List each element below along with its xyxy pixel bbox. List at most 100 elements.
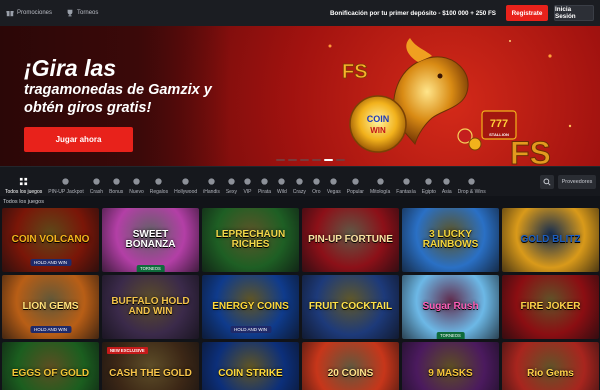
game-tile[interactable]: PIN-UP FORTUNE xyxy=(302,208,399,272)
login-button[interactable]: Inicia Sesión xyxy=(554,5,594,21)
game-title: 20 COINS xyxy=(327,368,374,379)
carousel-dot[interactable] xyxy=(336,159,345,161)
carousel-dot[interactable] xyxy=(324,159,333,161)
svg-text:777: 777 xyxy=(490,118,508,130)
game-tile[interactable]: FIRE JOKER xyxy=(502,275,599,339)
category-gift[interactable]: Regalos xyxy=(147,169,171,195)
category-new[interactable]: Nuevo xyxy=(126,169,146,195)
new-icon xyxy=(133,177,140,185)
svg-text:STALLION: STALLION xyxy=(489,132,509,137)
category-dice[interactable]: Vegas xyxy=(324,169,344,195)
game-tile[interactable]: Sugar Rush TORNEOS xyxy=(402,275,499,339)
category-rocket[interactable]: Crash xyxy=(87,169,106,195)
search-button[interactable] xyxy=(540,174,554,189)
gift-icon xyxy=(155,177,163,185)
game-title: FIRE JOKER xyxy=(520,301,581,312)
category-label: Mitología xyxy=(369,188,391,195)
chips xyxy=(457,128,482,151)
category-label: Wild xyxy=(277,188,287,195)
coin-win xyxy=(349,95,407,153)
coin-label: COIN xyxy=(367,114,390,124)
category-wand[interactable]: Fantasía xyxy=(393,169,418,195)
crazy-icon xyxy=(296,177,303,185)
category-label: Regalos xyxy=(149,188,169,195)
game-title: ENERGY COINS xyxy=(212,301,289,312)
game-title: COIN STRIKE xyxy=(218,368,283,379)
category-label: Pirata xyxy=(257,188,272,195)
carousel-dot[interactable] xyxy=(288,159,297,161)
myth-icon xyxy=(376,177,384,185)
game-title: 3 LUCKY RAINBOWS xyxy=(422,229,479,250)
game-tile[interactable]: 9 MASKS xyxy=(402,342,499,390)
game-tile[interactable]: SWEET BONANZA TORNEOS xyxy=(102,208,199,272)
category-lantern[interactable]: Asia xyxy=(439,169,455,195)
fire-icon xyxy=(352,177,359,185)
category-label: PIN-UP Jackpot xyxy=(48,188,84,195)
fs-text-right: FS xyxy=(510,135,551,166)
game-tile[interactable]: GOLD BLITZ xyxy=(502,208,599,272)
category-crazy[interactable]: Crazy xyxy=(290,169,309,195)
game-title: PIN-UP FORTUNE xyxy=(308,234,393,245)
game-tile[interactable]: BUFFALO HOLD AND WIN xyxy=(102,275,199,339)
tab-torneos[interactable]: Torneos xyxy=(66,9,98,17)
category-bonus[interactable]: Bonus xyxy=(106,169,126,195)
game-tile[interactable]: 3 LUCKY RAINBOWS xyxy=(402,208,499,272)
game-title: Rio Gems xyxy=(527,368,574,379)
tab-promociones[interactable]: Promociones xyxy=(6,9,52,17)
wild-icon xyxy=(278,177,286,185)
promo-banner[interactable]: ¡Gira las tragamonedas de Gamzix y obtén… xyxy=(0,26,600,166)
category-drop[interactable]: Drop & Wins xyxy=(455,169,489,195)
game-tile[interactable]: CASH THE GOLD NEW EXCLUSIVE xyxy=(102,342,199,390)
providers-button[interactable]: Proveedores xyxy=(558,174,596,189)
bonus-banner-text[interactable]: Bonificación por tu primer depósito - $1… xyxy=(330,10,496,17)
game-tile[interactable]: LION GEMS HOLD AND WIN xyxy=(2,275,99,339)
category-pirate[interactable]: Pirata xyxy=(255,169,274,195)
hand-icon xyxy=(208,177,215,185)
grid-icon xyxy=(20,177,28,185)
banner-artwork: FS COIN WIN 777 STALLION FS xyxy=(328,38,572,166)
game-subtitle: HOLD AND WIN xyxy=(229,326,272,333)
dice-icon xyxy=(330,177,337,185)
category-hand[interactable]: iHandis xyxy=(200,169,223,195)
game-title: EGGS OF GOLD xyxy=(11,368,90,379)
jackpot-icon xyxy=(62,177,70,185)
horse-eye xyxy=(437,73,443,79)
category-grid[interactable]: Todos los juegos xyxy=(2,169,45,195)
game-tile[interactable]: 20 COINS xyxy=(302,342,399,390)
play-now-button[interactable]: Jugar ahora xyxy=(24,127,133,152)
carousel-dot[interactable] xyxy=(300,159,309,161)
category-pyramid[interactable]: Egipto xyxy=(419,169,439,195)
category-star[interactable]: Hollywood xyxy=(171,169,200,195)
top-bar: Promociones Torneos Bonificación por tu … xyxy=(0,0,600,26)
gift-icon xyxy=(6,11,14,17)
category-label: Todos los juegos xyxy=(5,188,43,195)
category-jackpot[interactable]: PIN-UP Jackpot xyxy=(45,169,86,195)
register-button[interactable]: Registrate xyxy=(506,5,548,21)
heart-icon xyxy=(228,177,235,185)
category-wild[interactable]: Wild xyxy=(274,169,290,195)
game-tile[interactable]: COIN STRIKEHOLD AND WIN xyxy=(202,342,299,390)
game-title: Sugar Rush xyxy=(422,301,479,312)
lantern-icon xyxy=(443,177,450,185)
game-tile[interactable]: COIN VOLCANO HOLD AND WIN xyxy=(2,208,99,272)
category-bar: Todos los juegos PIN-UP Jackpot Crash Bonus… xyxy=(0,166,600,196)
game-tile[interactable]: Rio Gems xyxy=(502,342,599,390)
category-myth[interactable]: Mitología xyxy=(367,169,393,195)
category-crown[interactable]: VIP xyxy=(240,169,255,195)
carousel-dot[interactable] xyxy=(276,159,285,161)
category-heart[interactable]: Sexy xyxy=(223,169,240,195)
carousel-dots[interactable] xyxy=(276,159,345,161)
category-fire[interactable]: Popular xyxy=(344,169,367,195)
win-label: WIN xyxy=(370,126,386,135)
category-label: Drop & Wins xyxy=(457,188,486,195)
game-tile[interactable]: LEPRECHAUN RICHES xyxy=(202,208,299,272)
pyramid-icon xyxy=(425,177,432,185)
game-tile[interactable]: EGGS OF GOLD xyxy=(2,342,99,390)
game-tile[interactable]: ENERGY COINS HOLD AND WIN xyxy=(202,275,299,339)
game-title: GOLD BLITZ xyxy=(520,234,581,245)
category-label: Popular xyxy=(346,188,364,195)
category-gold[interactable]: Oro xyxy=(309,169,324,195)
category-label: iHandis xyxy=(203,188,220,195)
game-tile[interactable]: FRUIT COCKTAIL xyxy=(302,275,399,339)
carousel-dot[interactable] xyxy=(312,159,321,161)
